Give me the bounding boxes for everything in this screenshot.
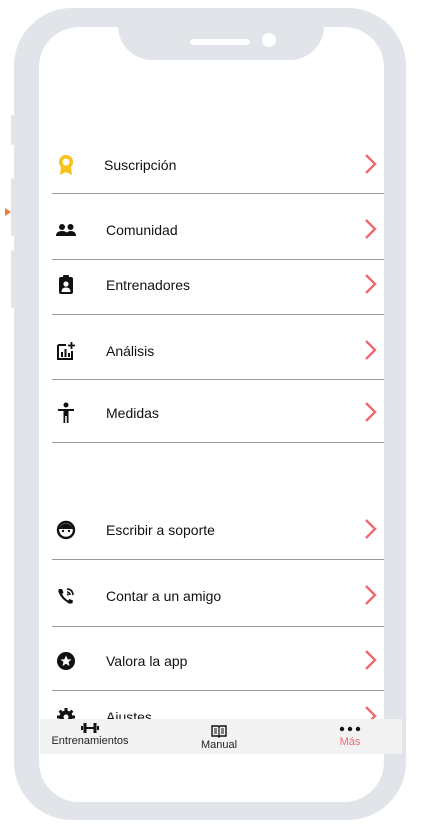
- speaker: [190, 39, 250, 45]
- wifi-call-icon: [54, 584, 78, 608]
- menu-item-analisis[interactable]: Análisis: [52, 331, 384, 371]
- menu-item-medidas[interactable]: Medidas: [52, 393, 384, 433]
- menu-item-label: Suscripción: [104, 157, 177, 173]
- tab-label: Manual: [200, 739, 238, 751]
- camera: [262, 33, 276, 47]
- divider: [52, 259, 384, 260]
- chevron-right-icon: [365, 340, 377, 360]
- menu-item-entrenadores[interactable]: Entrenadores: [52, 265, 384, 305]
- divider: [52, 314, 384, 315]
- pointer-marker: [5, 208, 11, 216]
- side-button: [11, 178, 16, 236]
- menu-item-label: Contar a un amigo: [106, 588, 222, 604]
- menu-item-label: Entrenadores: [106, 277, 191, 293]
- divider: [52, 559, 384, 560]
- person-icon: [54, 401, 78, 425]
- menu-item-label: Escribir a soporte: [106, 522, 215, 538]
- divider: [52, 626, 384, 627]
- menu-item-suscripcion[interactable]: Suscripción: [52, 145, 384, 185]
- chevron-right-icon: [365, 154, 377, 174]
- tab-mas[interactable]: Más: [298, 719, 402, 754]
- badge-icon: [54, 273, 78, 297]
- analytics-icon: [54, 339, 78, 363]
- tab-entrenamientos[interactable]: Entrenamientos: [40, 719, 140, 754]
- notch: [118, 8, 324, 60]
- chevron-right-icon: [365, 519, 377, 539]
- chevron-right-icon: [365, 402, 377, 422]
- menu-item-valora-app[interactable]: Valora la app: [52, 641, 384, 681]
- divider: [52, 442, 384, 443]
- bottom-tab-bar: Entrenamientos Manual Más: [40, 719, 402, 754]
- menu-item-label: Valora la app: [106, 653, 188, 669]
- menu-item-contar-amigo[interactable]: Contar a un amigo: [52, 576, 384, 616]
- award-icon: [54, 153, 78, 177]
- tab-label: Entrenamientos: [51, 735, 129, 747]
- support-face-icon: [54, 518, 78, 542]
- star-circle-icon: [54, 649, 78, 673]
- dumbbell-icon: [81, 723, 99, 733]
- side-button: [11, 250, 16, 308]
- book-icon: [211, 725, 227, 738]
- menu-item-comunidad[interactable]: Comunidad: [52, 210, 384, 250]
- chevron-right-icon: [365, 274, 377, 294]
- menu-item-label: Comunidad: [106, 222, 178, 238]
- menu-item-label: Medidas: [106, 405, 159, 421]
- menu-item-label: Análisis: [106, 343, 155, 359]
- divider: [52, 690, 384, 691]
- more-dots-icon: [339, 726, 361, 732]
- people-icon: [54, 218, 78, 242]
- tab-manual[interactable]: Manual: [140, 719, 298, 754]
- side-button: [11, 115, 16, 145]
- divider: [52, 379, 384, 380]
- chevron-right-icon: [365, 585, 377, 605]
- chevron-right-icon: [365, 650, 377, 670]
- tab-label: Más: [339, 736, 361, 748]
- menu-item-escribir-soporte[interactable]: Escribir a soporte: [52, 510, 384, 550]
- chevron-right-icon: [365, 219, 377, 239]
- divider: [52, 193, 384, 194]
